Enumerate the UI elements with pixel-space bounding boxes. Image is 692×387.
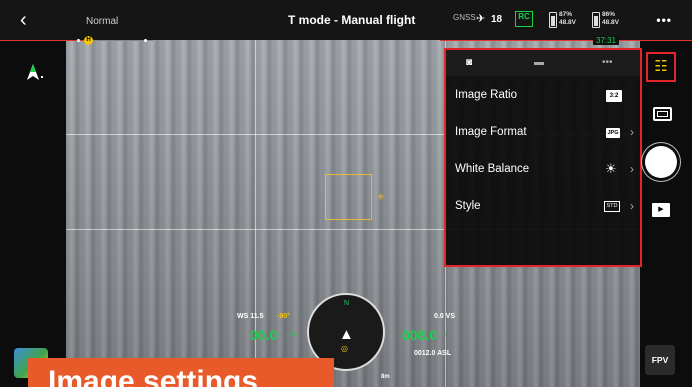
altitude-unit: m (441, 332, 446, 338)
chevron-right-icon: › (630, 162, 634, 176)
chevron-right-icon: › (630, 125, 634, 139)
menu-item-label: Style (455, 200, 481, 212)
battery-1-status: 87% 48.8V (559, 11, 576, 27)
view-switch-button[interactable] (653, 107, 672, 121)
settings-tab-bar: ◙ ▬ ••• (446, 50, 640, 76)
altitude-asl: 0012.0 ASL (414, 350, 452, 357)
home-marker: H (84, 36, 93, 45)
camera-settings-panel: ◙ ▬ ••• Image Ratio 3:2 Image Format JPG… (444, 48, 642, 267)
battery-2-status: 86% 48.8V (602, 11, 619, 27)
north-label: N (344, 300, 350, 307)
chevron-right-icon: › (630, 199, 634, 213)
wind-speed-label: WS 11.5 (237, 313, 264, 320)
horizontal-speed: 00.0 (250, 327, 278, 343)
home-point-icon: ◎ (341, 344, 348, 353)
focus-frame[interactable] (325, 174, 372, 220)
exposure-sun-icon[interactable]: ✳ (377, 192, 385, 203)
caption-text: Image settings (48, 365, 259, 387)
menu-item-image-ratio[interactable]: Image Ratio 3:2 (446, 78, 640, 114)
menu-item-style[interactable]: Style STD › (446, 189, 640, 225)
back-chevron-icon[interactable]: ‹ (20, 10, 27, 30)
satellite-count: 18 (491, 14, 503, 25)
flight-timer: 37:31 (593, 36, 620, 45)
satellite-icon: ✈ (476, 13, 486, 25)
more-options-icon[interactable]: ••• (656, 13, 672, 27)
fpv-button[interactable]: FPV (645, 345, 675, 375)
battery-2-voltage: 48.8V (602, 19, 619, 26)
menu-item-label: Image Format (455, 126, 527, 138)
image-format-value: JPG (606, 128, 620, 138)
gimbal-angle: -90° (277, 313, 290, 320)
aircraft-arrow-icon: ▲ (339, 326, 354, 343)
top-status-bar: ‹ Normal T mode - Manual flight GNSS ✈ 1… (0, 0, 692, 40)
battery-2-icon (592, 12, 600, 28)
aircraft-direction-icon[interactable] (22, 62, 44, 89)
menu-item-label: Image Ratio (455, 89, 518, 101)
flight-progress-line (0, 40, 84, 41)
left-sidebar (0, 0, 66, 387)
page-title: T mode - Manual flight (288, 13, 416, 27)
gnss-icon: GNSS (453, 13, 476, 22)
timeline-dot (77, 39, 80, 42)
shutter-button[interactable] (645, 146, 677, 178)
sun-icon: ☀ (605, 161, 617, 176)
battery-2-percent: 86% (602, 11, 616, 18)
more-icon[interactable]: ••• (602, 57, 613, 68)
horizontal-speed-unit: m/s (287, 332, 297, 338)
camera-icon[interactable]: ◙ (466, 57, 472, 68)
battery-1-percent: 87% (559, 11, 573, 18)
battery-1-voltage: 48.8V (559, 19, 576, 26)
timeline-dot (144, 39, 147, 42)
vertical-speed-label: 0.0 VS (434, 313, 456, 320)
style-value: STD (604, 201, 620, 212)
flight-mode-label[interactable]: Normal (86, 16, 118, 27)
menu-item-image-format[interactable]: Image Format JPG › (446, 115, 640, 151)
home-distance: 8m (381, 374, 390, 380)
menu-item-white-balance[interactable]: White Balance ☀ › (446, 152, 640, 188)
video-icon[interactable]: ▬ (534, 57, 544, 68)
playback-button[interactable]: ▶ (652, 203, 670, 217)
altitude: 008.0 (402, 327, 438, 343)
battery-progress-line (440, 40, 692, 41)
image-ratio-value: 3:2 (606, 90, 622, 102)
camera-settings-button[interactable]: ☷ (646, 52, 676, 82)
rc-signal-badge: RC (515, 11, 533, 27)
battery-1-icon (549, 12, 557, 28)
caption-banner: Image settings (28, 358, 334, 387)
menu-item-label: White Balance (455, 163, 530, 175)
